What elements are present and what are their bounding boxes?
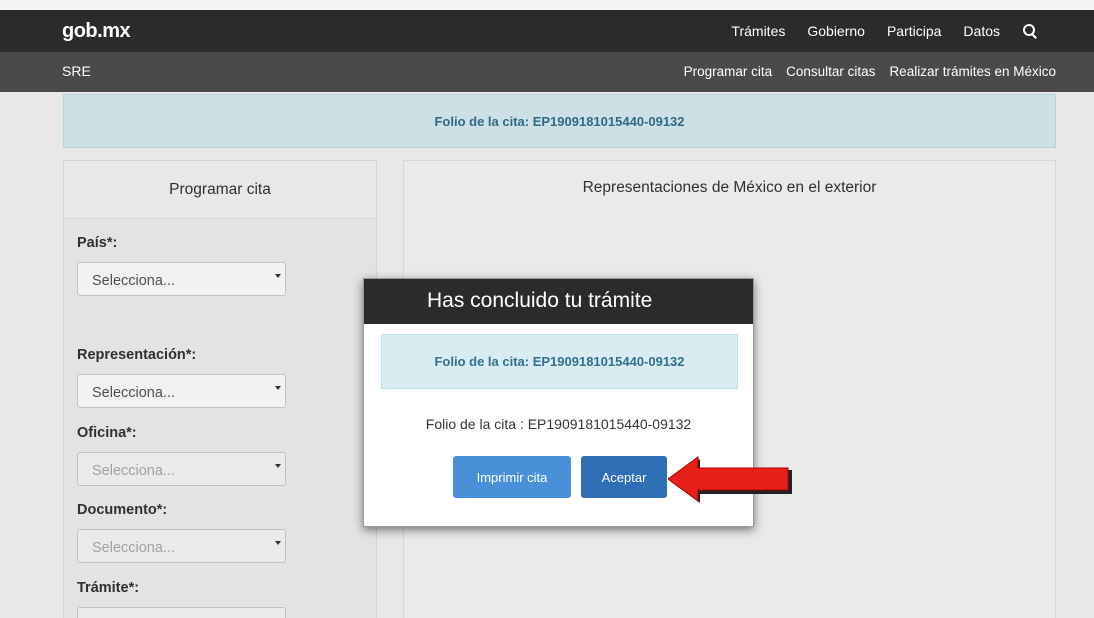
gob-mx-logo[interactable]: gob.mx [62,20,131,43]
nav-gobierno[interactable]: Gobierno [807,23,865,39]
nav-consultar-citas[interactable]: Consultar citas [786,64,875,79]
modal-title: Has concluido tu trámite [364,279,753,324]
sre-brand[interactable]: SRE [62,63,91,79]
print-button[interactable]: Imprimir cita [453,456,571,498]
nav-realizar-tramites[interactable]: Realizar trámites en México [889,64,1056,79]
nav-tramites[interactable]: Trámites [731,23,785,39]
sub-navbar: SRE Programar cita Consultar citas Reali… [0,52,1094,92]
modal-folio-text: Folio de la cita : EP1909181015440-09132 [425,416,692,432]
nav-programar-cita[interactable]: Programar cita [684,64,773,79]
red-arrow-icon [668,456,792,503]
nav-participa[interactable]: Participa [887,23,941,39]
accept-button[interactable]: Aceptar [581,456,667,498]
top-navbar: gob.mx Trámites Gobierno Participa Datos [0,10,1094,52]
nav-datos[interactable]: Datos [963,23,1000,39]
top-nav: Trámites Gobierno Participa Datos [731,23,1038,39]
modal-folio-alert: Folio de la cita: EP1909181015440-09132 [381,334,738,389]
sub-nav: Programar cita Consultar citas Realizar … [684,64,1056,79]
search-icon[interactable] [1022,23,1038,39]
